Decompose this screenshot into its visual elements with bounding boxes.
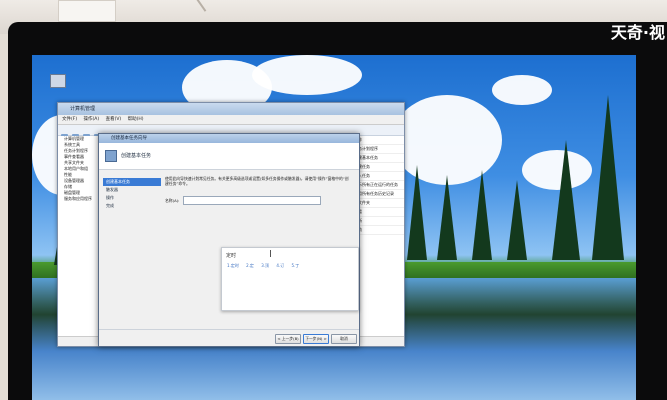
step-item[interactable]: 触发器 [103,186,161,194]
ime-candidate[interactable]: 2.定 [246,263,254,268]
step-item[interactable]: 完成 [103,202,161,210]
create-basic-task-dialog: 创建基本任务向导 创建基本任务 创建基本任务 触发器 操作 完成 使用此向导快速… [98,133,360,347]
ime-candidate[interactable]: 1.定时 [227,263,239,268]
ime-input-text: 定时 [226,253,237,259]
text-caret [270,250,271,257]
dialog-title: 创建基本任务向导 [99,134,359,143]
pine-tree [472,170,492,260]
dialog-footer: < 上一步(B) 下一步(N) > 取消 [99,329,359,346]
dialog-header: 创建基本任务 [99,143,359,170]
next-button[interactable]: 下一步(N) > [303,334,329,344]
ime-candidate[interactable]: 5.丁 [291,263,299,268]
cloud [252,55,362,95]
menu-bar: 文件(F) 操作(A) 查看(V) 帮助(H) [58,115,404,125]
back-button[interactable]: < 上一步(B) [275,334,301,344]
cancel-button[interactable]: 取消 [331,334,357,344]
tree-item[interactable]: 服务和应用程序 [58,196,102,202]
ime-candidate[interactable]: 4.订 [276,263,284,268]
window-title: 计算机管理 [58,103,404,115]
name-label: 名称(A): [165,198,180,203]
cloud [492,75,552,105]
wizard-steps: 创建基本任务 触发器 操作 完成 [103,178,161,318]
pine-tree [552,140,580,260]
task-icon [105,150,117,162]
dialog-heading: 创建基本任务 [121,153,152,159]
menu-file[interactable]: 文件(F) [62,117,77,122]
ime-candidate-popup: 定时 1.定时 2.定 3.顶 4.订 5.丁 [221,247,359,311]
pine-tree [407,165,427,260]
pine-tree [507,180,527,260]
ime-candidate-row: 1.定时 2.定 3.顶 4.订 5.丁 [227,263,353,271]
pine-tree [592,95,624,260]
desk-notepad [58,0,116,22]
desk-pen [179,0,207,23]
step-item[interactable]: 创建基本任务 [103,178,161,186]
computer-icon[interactable] [50,74,66,88]
menu-action[interactable]: 操作(A) [84,117,100,122]
name-input[interactable] [183,196,321,205]
watermark-logo: 天奇·视 [610,23,665,42]
wizard-description: 使用此向导快速计划常见任务。有关更多高级选项或设置(如多任务操作或触发器)，请使… [165,176,349,186]
step-item[interactable]: 操作 [103,194,161,202]
navigation-tree: 计算机管理 系统工具 任务计划程序 事件查看器 共享文件夹 本地用户和组 性能 … [58,136,103,331]
menu-help[interactable]: 帮助(H) [128,117,144,122]
menu-view[interactable]: 查看(V) [106,117,122,122]
ime-candidate[interactable]: 3.顶 [261,263,269,268]
pine-tree [437,175,457,260]
